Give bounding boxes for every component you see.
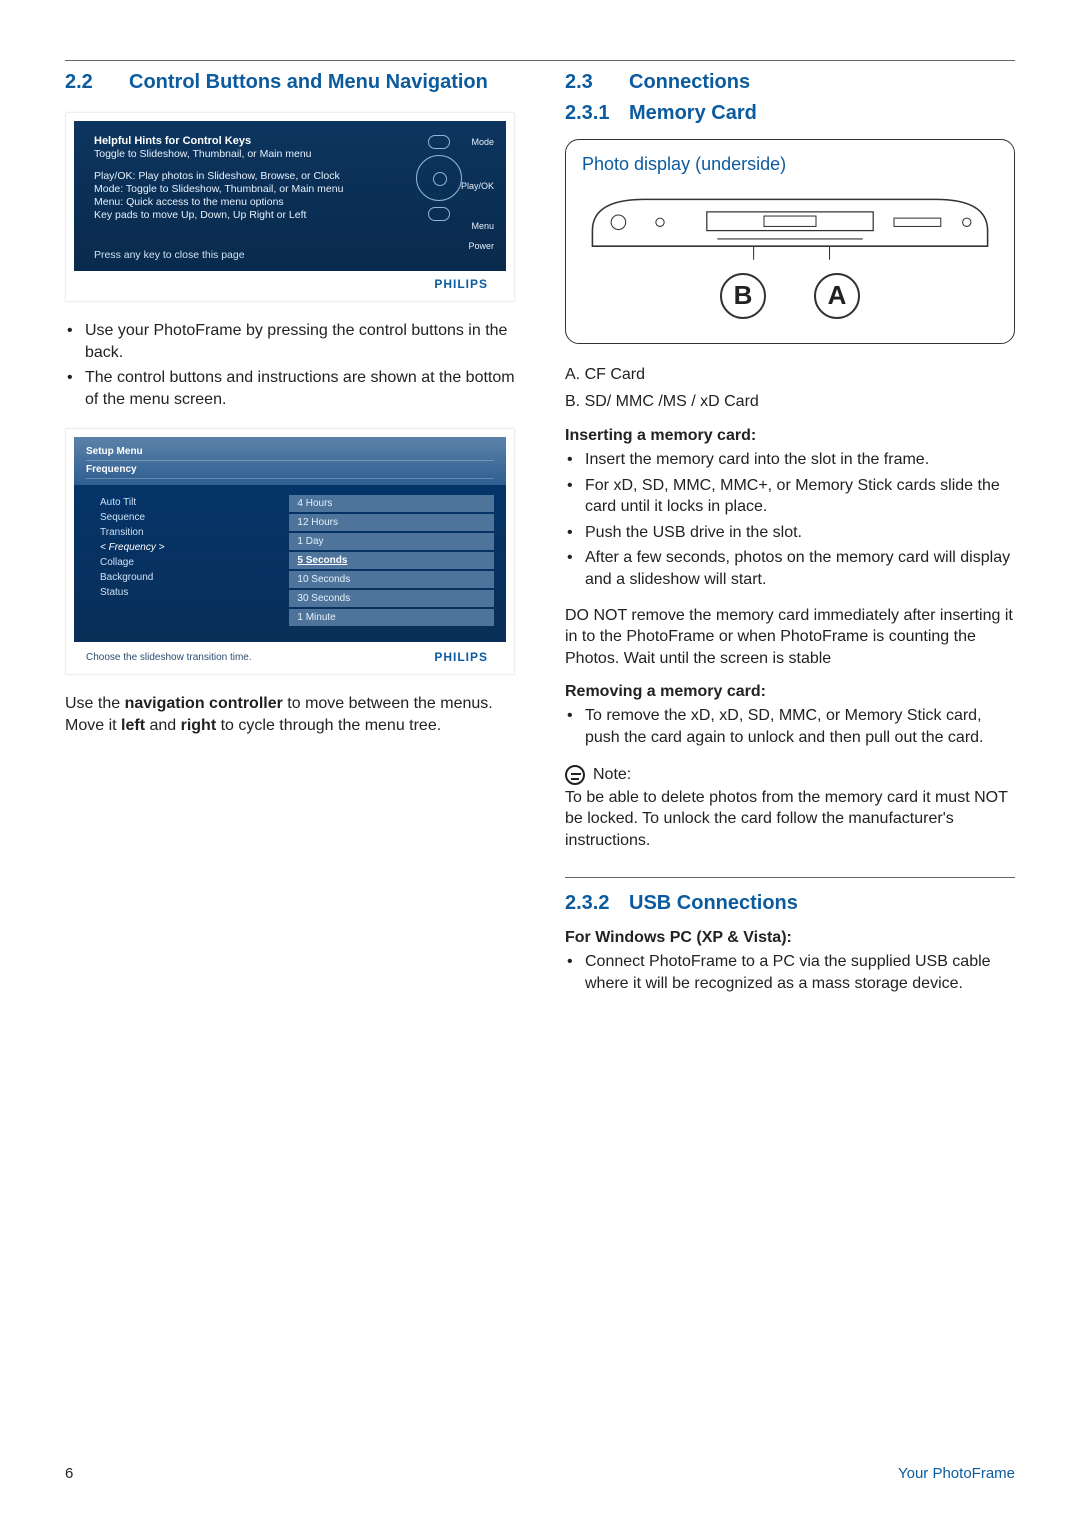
right-column: 2.3 Connections 2.3.1 Memory Card Photo … [565, 71, 1015, 1008]
menu-item: Auto Tilt [100, 495, 257, 510]
fig1-button-diagram: Mode Play/OK Menu Power [394, 129, 494, 227]
option-item: 1 Minute [289, 609, 494, 626]
list-item: After a few seconds, photos on the memor… [585, 547, 1015, 590]
section-number: 2.3 [565, 71, 629, 94]
text-bold: right [181, 717, 217, 734]
menu-item: Background [100, 570, 257, 585]
section-2-2-header: 2.2 Control Buttons and Menu Navigation [65, 71, 515, 94]
note-icon [565, 765, 585, 785]
figure-setup-menu: Setup Menu Frequency Auto TiltSequenceTr… [65, 428, 515, 675]
section-title: Control Buttons and Menu Navigation [129, 71, 488, 94]
frequency-label: Frequency [86, 461, 494, 479]
subsection-title: Memory Card [629, 102, 757, 125]
fig2-left-menu: Auto TiltSequenceTransition< Frequency >… [100, 495, 257, 628]
menu-item: Status [100, 585, 257, 600]
navigation-paragraph: Use the navigation controller to move be… [65, 693, 515, 736]
page-number: 6 [65, 1465, 73, 1482]
option-item: 1 Day [289, 533, 494, 550]
left-column: 2.2 Control Buttons and Menu Navigation … [65, 71, 515, 1008]
section-2-3-header: 2.3 Connections [565, 71, 1015, 94]
note-label: Note: [593, 766, 631, 784]
mode-label: Mode [471, 137, 494, 147]
menu-button-icon [428, 207, 450, 221]
usb-windows-header: For Windows PC (XP & Vista): [565, 929, 1015, 947]
top-rule [65, 60, 1015, 61]
menu-item: Transition [100, 525, 257, 540]
option-item: 10 Seconds [289, 571, 494, 588]
note-paragraph: To be able to delete photos from the mem… [565, 787, 1015, 852]
subsection-2-3-1-header: 2.3.1 Memory Card [565, 102, 1015, 125]
separator [565, 877, 1015, 878]
section-number: 2.2 [65, 71, 129, 94]
inserting-list: Insert the memory card into the slot in … [565, 449, 1015, 591]
fig3-label: Photo display (underside) [582, 154, 998, 175]
figure-underside: Photo display (underside) B A [565, 139, 1015, 344]
dpad-icon [416, 155, 462, 201]
note-line: Note: [565, 765, 1015, 785]
removing-list: To remove the xD, xD, SD, MMC, or Memory… [565, 705, 1015, 748]
fig2-right-options: 4 Hours 12 Hours 1 Day 5 Seconds 10 Seconds 3… [289, 495, 494, 628]
control-buttons-list: Use your PhotoFrame by pressing the cont… [65, 320, 515, 410]
option-item: 5 Seconds [289, 552, 494, 569]
list-item: To remove the xD, xD, SD, MMC, or Memory… [585, 705, 1015, 748]
subsection-title: USB Connections [629, 892, 798, 915]
text-bold: left [121, 717, 145, 734]
section-title: Connections [629, 71, 750, 94]
slot-b-circle: B [720, 273, 766, 319]
inserting-header: Inserting a memory card: [565, 427, 1015, 445]
text-bold: navigation controller [125, 695, 283, 712]
do-not-remove-paragraph: DO NOT remove the memory card immediatel… [565, 605, 1015, 670]
menu-item: Sequence [100, 510, 257, 525]
subsection-number: 2.3.2 [565, 892, 629, 915]
menu-label: Menu [471, 221, 494, 231]
text: and [145, 717, 181, 734]
device-underside-icon [582, 189, 998, 262]
option-item: 12 Hours [289, 514, 494, 531]
subsection-2-3-2-header: 2.3.2 USB Connections [565, 892, 1015, 915]
mode-button-icon [428, 135, 450, 149]
list-item: Connect PhotoFrame to a PC via the suppl… [585, 951, 1015, 994]
menu-item: < Frequency > [100, 540, 257, 555]
slot-a-circle: A [814, 273, 860, 319]
list-item: For xD, SD, MMC, MMC+, or Memory Stick c… [585, 475, 1015, 518]
philips-brand: PHILIPS [74, 271, 506, 293]
fig1-footer: Press any key to close this page [94, 249, 245, 261]
menu-item: Collage [100, 555, 257, 570]
removing-header: Removing a memory card: [565, 683, 1015, 701]
text: Use the [65, 695, 125, 712]
fig2-caption: Choose the slideshow transition time. [86, 652, 252, 663]
subsection-number: 2.3.1 [565, 102, 629, 125]
option-item: 30 Seconds [289, 590, 494, 607]
list-item: The control buttons and instructions are… [85, 367, 515, 410]
list-item: Push the USB drive in the slot. [585, 522, 1015, 544]
slot-a-text: A. CF Card [565, 364, 1015, 386]
play-ok-label: Play/OK [461, 181, 494, 191]
list-item: Insert the memory card into the slot in … [585, 449, 1015, 471]
figure-control-keys: Helpful Hints for Control Keys Toggle to… [65, 112, 515, 302]
option-item: 4 Hours [289, 495, 494, 512]
text: to cycle through the menu tree. [216, 717, 441, 734]
usb-list: Connect PhotoFrame to a PC via the suppl… [565, 951, 1015, 994]
footer-section-name: Your PhotoFrame [898, 1465, 1015, 1482]
setup-menu-label: Setup Menu [86, 443, 494, 461]
slot-b-text: B. SD/ MMC /MS / xD Card [565, 391, 1015, 413]
philips-brand: PHILIPS [434, 650, 488, 664]
page-footer: 6 Your PhotoFrame [65, 1465, 1015, 1482]
list-item: Use your PhotoFrame by pressing the cont… [85, 320, 515, 363]
power-label: Power [468, 241, 494, 251]
